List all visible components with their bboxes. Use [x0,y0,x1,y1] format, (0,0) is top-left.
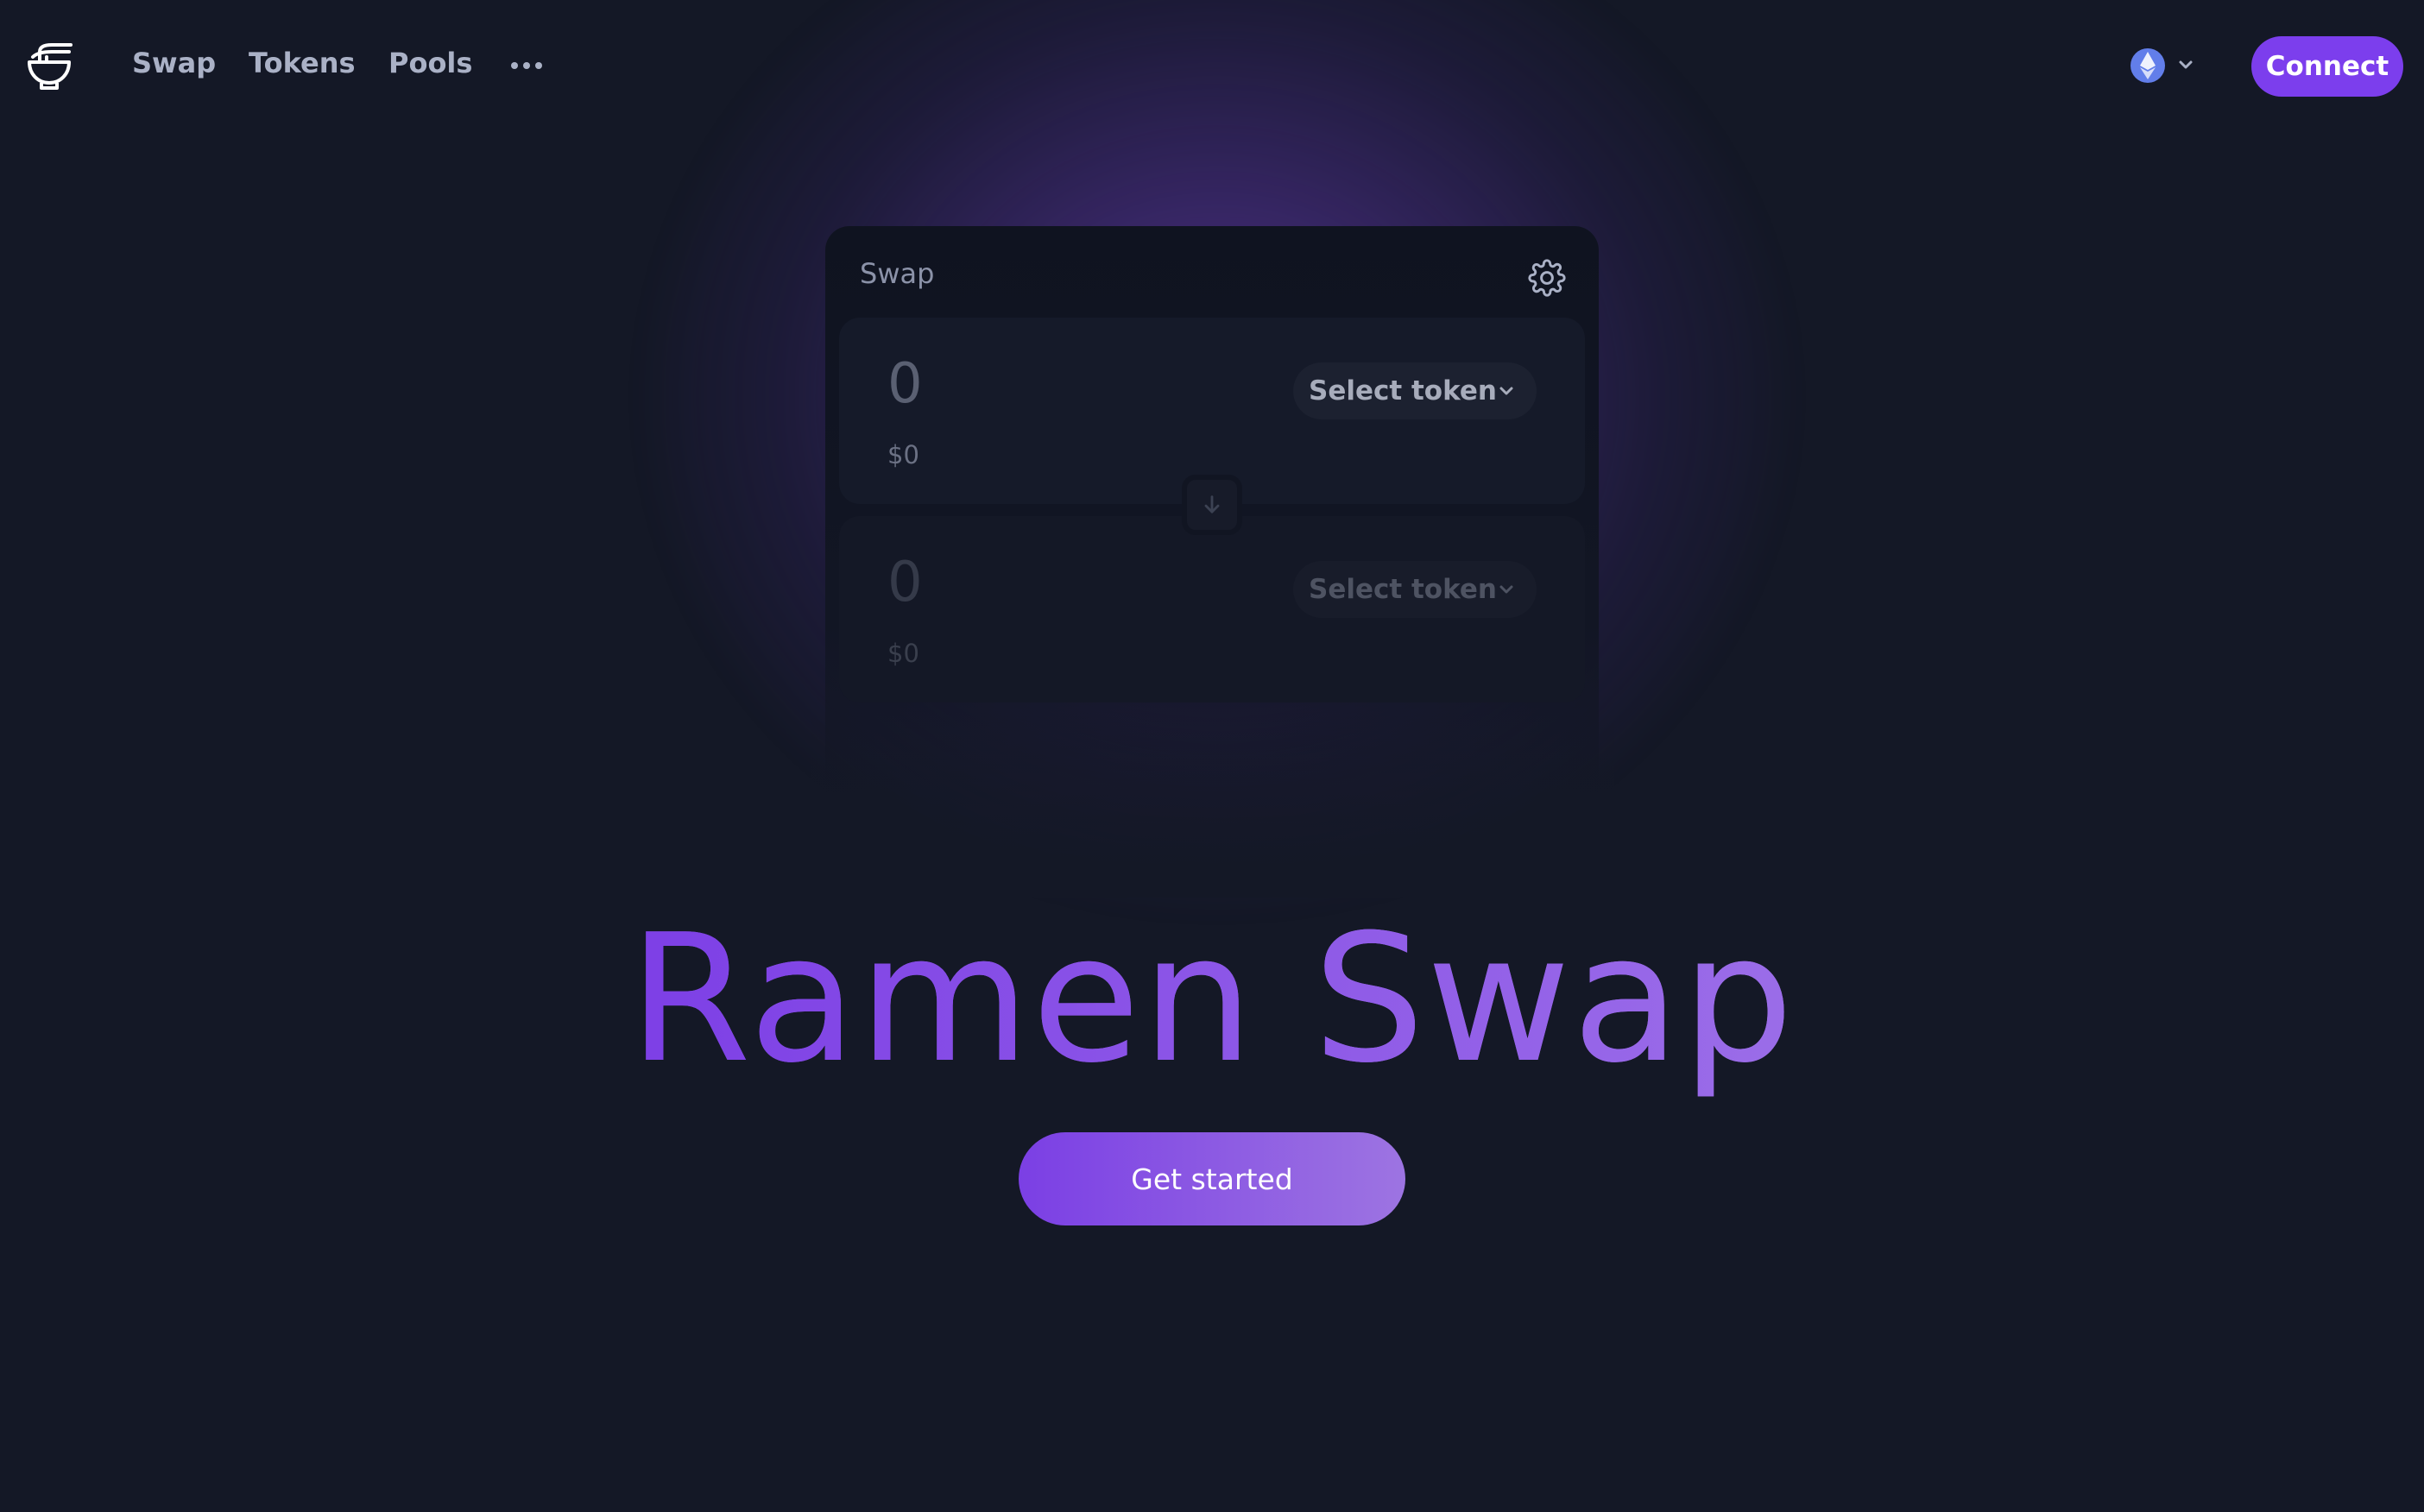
input-usd-value: $0 [887,440,919,469]
nav-link-pools[interactable]: Pools [388,47,472,79]
ramen-bowl-icon[interactable] [24,40,74,91]
chevron-down-icon [1499,387,1513,395]
swap-card-title: Swap [860,257,935,290]
hero-title-text: Ramen Swap [628,898,1796,1102]
chevron-down-icon [1499,585,1513,594]
top-navigation: Swap Tokens Pools Connect [0,0,2424,131]
get-started-button[interactable]: Get started [1019,1132,1405,1225]
input-amount-field[interactable]: 0 [887,352,1146,416]
ethereum-icon [2130,48,2193,83]
arrow-down-icon [1204,495,1220,513]
output-token-panel: 0 $0 Select token [839,516,1585,702]
more-horizontal-icon[interactable] [509,47,544,85]
switch-tokens-button[interactable] [1182,475,1242,535]
connect-button[interactable]: Connect [2251,36,2403,97]
network-selector[interactable] [2130,47,2200,84]
hero-title: Ramen Swap [0,892,2424,1108]
gear-icon[interactable] [1528,259,1566,297]
select-token-label: Select token [1309,375,1497,406]
output-usd-value: $0 [887,639,919,668]
select-input-token-button[interactable]: Select token [1293,362,1537,419]
select-token-label: Select token [1309,574,1497,605]
nav-link-tokens[interactable]: Tokens [249,47,356,79]
landing-page: Swap Tokens Pools Connect Swap 0 $0 Sele… [0,0,2424,1512]
card-fade-overlay [811,708,1614,898]
nav-link-swap[interactable]: Swap [132,47,216,79]
select-output-token-button[interactable]: Select token [1293,561,1537,618]
output-amount-field[interactable]: 0 [887,551,1146,614]
